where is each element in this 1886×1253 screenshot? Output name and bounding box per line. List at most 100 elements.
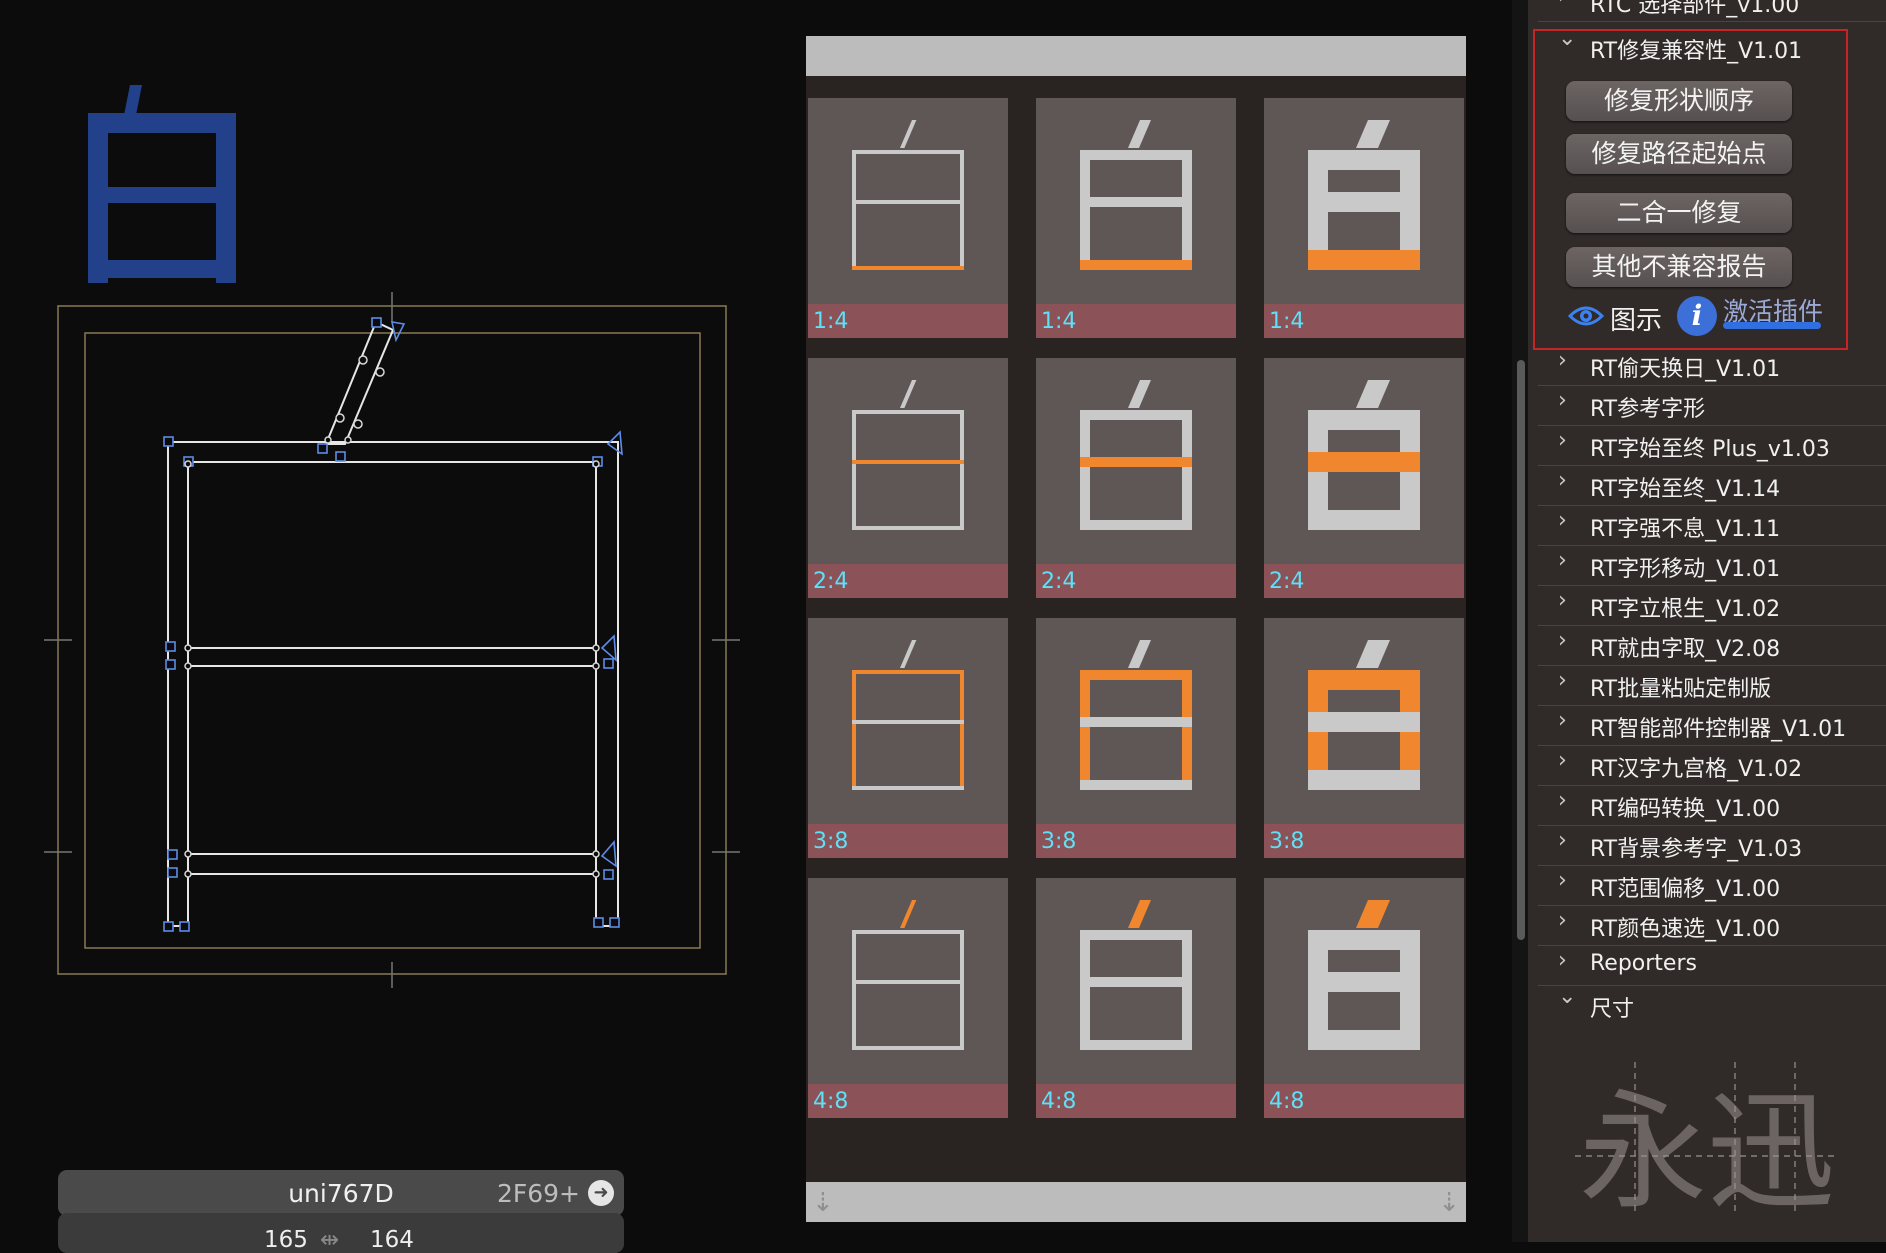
plugin-label: RT就由字取_V2.08 bbox=[1590, 637, 1781, 662]
ratio-label: 1:4 bbox=[808, 304, 1008, 338]
chevron-right-icon[interactable]: › bbox=[1558, 588, 1567, 613]
weight-cell[interactable]: 4:8 bbox=[1036, 878, 1236, 1118]
plugin-item[interactable]: › RT编码转换_V1.00 bbox=[1538, 786, 1886, 826]
chevron-right-icon[interactable]: › bbox=[1558, 628, 1567, 653]
outline-nodes[interactable] bbox=[163, 317, 623, 932]
resize-right-icon[interactable]: ⇣ bbox=[1438, 1188, 1460, 1218]
metrics-bar: 165 ⇹ 164 bbox=[58, 1213, 624, 1253]
plugin-label: RT参考字形 bbox=[1590, 397, 1706, 422]
glyph-sample bbox=[852, 380, 964, 530]
plugin-item[interactable]: › RT颜色速选_V1.00 bbox=[1538, 906, 1886, 946]
chevron-right-icon[interactable]: › bbox=[1558, 348, 1567, 373]
plugin-item[interactable]: › RT参考字形 bbox=[1538, 386, 1886, 426]
weight-cell[interactable]: 4:8 bbox=[808, 878, 1008, 1118]
plugin-item[interactable]: › RT背景参考字_V1.03 bbox=[1538, 826, 1886, 866]
ratio-label: 3:8 bbox=[1264, 824, 1464, 858]
plugin-label: RT颜色速选_V1.00 bbox=[1590, 917, 1781, 942]
chevron-right-icon[interactable]: › bbox=[1558, 908, 1567, 933]
plugin-item[interactable]: › RT范围偏移_V1.00 bbox=[1538, 866, 1886, 906]
ratio-label: 4:8 bbox=[1264, 1084, 1464, 1118]
weight-cell[interactable]: 1:4 bbox=[808, 98, 1008, 338]
plugin-item-rtc[interactable]: › RTC 选择部件_v1.00 bbox=[1538, 0, 1886, 22]
chevron-right-icon[interactable]: › bbox=[1558, 468, 1567, 493]
weight-cell[interactable]: 3:8 bbox=[1264, 618, 1464, 858]
weight-cell[interactable]: 2:4 bbox=[1264, 358, 1464, 598]
plugin-label: RT背景参考字_V1.03 bbox=[1590, 837, 1803, 862]
fix-path-start-button[interactable]: 修复路径起始点 bbox=[1566, 134, 1792, 174]
glyph-preview bbox=[88, 85, 236, 283]
chevron-right-icon[interactable]: › bbox=[1558, 828, 1567, 853]
resize-left-icon[interactable]: ⇣ bbox=[812, 1188, 834, 1218]
plugin-item[interactable]: › Reporters bbox=[1538, 946, 1886, 986]
ratio-label: 4:8 bbox=[808, 1084, 1008, 1118]
plugin-item[interactable]: › RT字形移动_V1.01 bbox=[1538, 546, 1886, 586]
chevron-right-icon[interactable]: › bbox=[1558, 428, 1567, 453]
chevron-right-icon[interactable]: › bbox=[1558, 668, 1567, 693]
ratio-label: 1:4 bbox=[1036, 304, 1236, 338]
show-diagram-label[interactable]: 图示 bbox=[1610, 300, 1662, 337]
plugin-item[interactable]: › RT就由字取_V2.08 bbox=[1538, 626, 1886, 666]
glyph-outline[interactable] bbox=[167, 320, 619, 927]
weight-cell[interactable]: 2:4 bbox=[808, 358, 1008, 598]
ratio-label: 3:8 bbox=[808, 824, 1008, 858]
glyph-sample bbox=[1080, 120, 1192, 270]
chevron-right-icon[interactable]: › bbox=[1558, 508, 1567, 533]
glyph-sample bbox=[1308, 900, 1420, 1050]
panel-scrollbar-thumb[interactable] bbox=[1517, 360, 1525, 940]
plugin-item[interactable]: › RT汉字九宫格_V1.02 bbox=[1538, 746, 1886, 786]
weight-cell[interactable]: 1:4 bbox=[1264, 98, 1464, 338]
chevron-right-icon[interactable]: › bbox=[1558, 548, 1567, 573]
plugin-item[interactable]: › RT字始至终 Plus_v1.03 bbox=[1538, 426, 1886, 466]
other-report-button[interactable]: 其他不兼容报告 bbox=[1566, 247, 1792, 287]
glyph-sample bbox=[1080, 640, 1192, 790]
weight-cell[interactable]: 1:4 bbox=[1036, 98, 1236, 338]
plugin-label: RT智能部件控制器_V1.01 bbox=[1590, 717, 1847, 742]
glyph-weight-grid-panel: 1:4 1:4 1:4 2:4 2:4 2:4 3:8 3:8 3:8 4:8 4:8 4:8 ⇣ ⇣ bbox=[806, 36, 1466, 1222]
chevron-right-icon[interactable]: › bbox=[1558, 868, 1567, 893]
weight-cell[interactable]: 3:8 bbox=[808, 618, 1008, 858]
unicode-value[interactable]: 2F69+ bbox=[497, 1179, 580, 1208]
section-size[interactable]: ⌄ 尺寸 bbox=[1538, 984, 1886, 1025]
plugin-label: RT字形移动_V1.01 bbox=[1590, 557, 1781, 582]
chevron-right-icon[interactable]: › bbox=[1558, 748, 1567, 773]
plugin-item[interactable]: › RT智能部件控制器_V1.01 bbox=[1538, 706, 1886, 746]
chevron-right-icon[interactable]: › bbox=[1558, 708, 1567, 733]
plugin-item[interactable]: › RT偷天换日_V1.01 bbox=[1538, 346, 1886, 386]
plugin-label: RT批量粘贴定制版 bbox=[1590, 677, 1772, 702]
plugin-label: RT偷天换日_V1.01 bbox=[1590, 357, 1781, 382]
glyph-sample bbox=[852, 120, 964, 270]
go-arrow-icon[interactable]: ➜ bbox=[588, 1180, 614, 1206]
plugin-label: RT字立根生_V1.02 bbox=[1590, 597, 1781, 622]
sample-text: 永迅 bbox=[1579, 1078, 1835, 1227]
section-label: 尺寸 bbox=[1590, 997, 1635, 1022]
link-metrics-icon[interactable]: ⇹ bbox=[320, 1227, 339, 1253]
plugin-item[interactable]: › RT字始至终_V1.14 bbox=[1538, 466, 1886, 506]
activate-underline bbox=[1723, 322, 1821, 329]
weight-cell[interactable]: 3:8 bbox=[1036, 618, 1236, 858]
plugin-label: Reporters bbox=[1590, 951, 1697, 976]
plugin-label: RT字始至终 Plus_v1.03 bbox=[1590, 437, 1830, 462]
glyph-sample bbox=[852, 640, 964, 790]
plugin-label: RT范围偏移_V1.00 bbox=[1590, 877, 1781, 902]
chevron-right-icon[interactable]: › bbox=[1558, 948, 1567, 973]
glyph-canvas[interactable] bbox=[0, 280, 800, 1000]
right-sidebearing[interactable]: 164 bbox=[370, 1227, 414, 1253]
plugin-item[interactable]: › RT字立根生_V1.02 bbox=[1538, 586, 1886, 626]
chevron-down-icon[interactable]: ⌄ bbox=[1558, 984, 1576, 1009]
ratio-label: 1:4 bbox=[1264, 304, 1464, 338]
weight-cell[interactable]: 4:8 bbox=[1264, 878, 1464, 1118]
chevron-right-icon[interactable]: › bbox=[1558, 388, 1567, 413]
glyph-sample bbox=[1308, 120, 1420, 270]
ratio-label: 3:8 bbox=[1036, 824, 1236, 858]
weight-cell[interactable]: 2:4 bbox=[1036, 358, 1236, 598]
plugin-item[interactable]: › RT字强不息_V1.11 bbox=[1538, 506, 1886, 546]
left-sidebearing[interactable]: 165 bbox=[264, 1227, 308, 1253]
chevron-right-icon[interactable]: › bbox=[1558, 0, 1567, 9]
chevron-right-icon[interactable]: › bbox=[1558, 788, 1567, 813]
plugin-item[interactable]: › RT批量粘贴定制版 bbox=[1538, 666, 1886, 706]
info-icon[interactable]: i bbox=[1677, 296, 1717, 336]
glyph-editor[interactable]: uni767D 2F69+ ➜ 165 ⇹ 164 bbox=[0, 0, 800, 1253]
fix-shape-order-button[interactable]: 修复形状顺序 bbox=[1566, 81, 1792, 121]
two-in-one-fix-button[interactable]: 二合一修复 bbox=[1566, 193, 1792, 233]
eye-icon[interactable] bbox=[1568, 302, 1604, 330]
